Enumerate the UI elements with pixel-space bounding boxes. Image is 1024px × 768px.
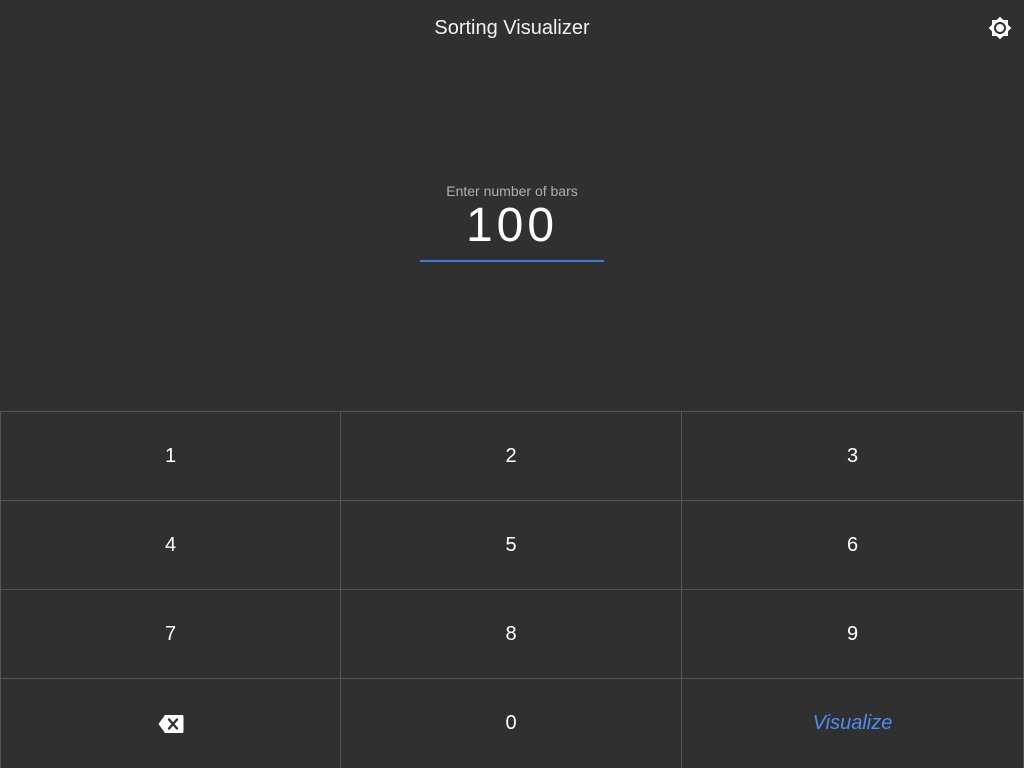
app-root: Sorting Visualizer Enter number of bars … — [0, 0, 1024, 768]
key-5[interactable]: 5 — [341, 501, 682, 590]
key-8[interactable]: 8 — [341, 590, 682, 679]
input-value[interactable]: 100 — [420, 200, 604, 252]
key-7[interactable]: 7 — [0, 590, 341, 679]
backspace-icon — [158, 714, 183, 733]
visualize-button[interactable]: Visualize — [682, 679, 1024, 768]
app-header: Sorting Visualizer — [0, 0, 1024, 56]
brightness-icon — [988, 16, 1012, 40]
key-3[interactable]: 3 — [682, 412, 1024, 501]
input-underline — [420, 260, 604, 262]
backspace-key[interactable] — [0, 679, 341, 768]
key-0[interactable]: 0 — [341, 679, 682, 768]
page-title: Sorting Visualizer — [434, 17, 590, 39]
bars-input-field[interactable]: Enter number of bars 100 — [420, 180, 604, 264]
numeric-keypad: 1 2 3 4 5 6 7 8 9 0 Visualize — [0, 411, 1024, 768]
key-9[interactable]: 9 — [682, 590, 1024, 679]
key-1[interactable]: 1 — [0, 412, 341, 501]
key-6[interactable]: 6 — [682, 501, 1024, 590]
key-2[interactable]: 2 — [341, 412, 682, 501]
key-4[interactable]: 4 — [0, 501, 341, 590]
input-label: Enter number of bars — [446, 183, 578, 199]
theme-toggle-button[interactable] — [986, 14, 1014, 42]
